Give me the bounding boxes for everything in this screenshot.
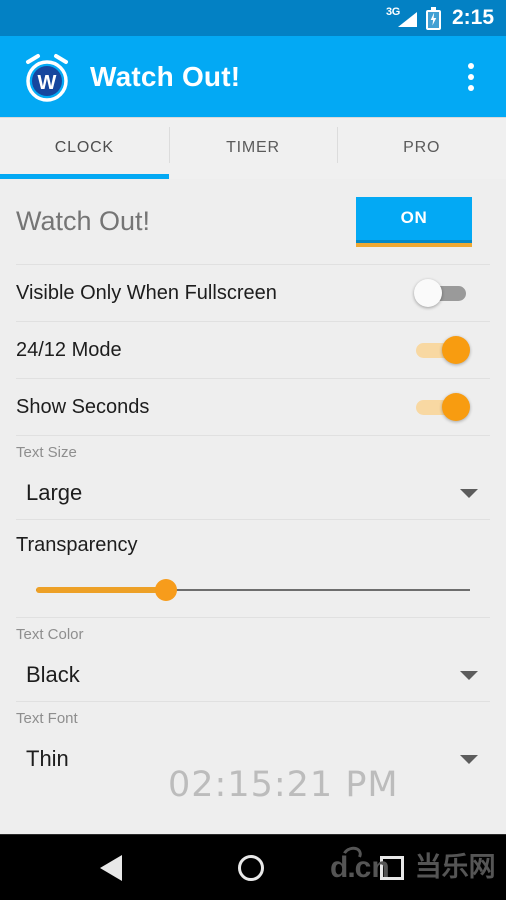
row-show-seconds[interactable]: Show Seconds — [0, 379, 506, 435]
home-circle-icon[interactable] — [238, 854, 264, 881]
chevron-down-icon — [460, 489, 478, 498]
main-toggle-label: Watch Out! — [16, 206, 151, 236]
show-seconds-label: Show Seconds — [16, 395, 150, 418]
mode-2412-label: 24/12 Mode — [16, 338, 122, 361]
visible-fullscreen-label: Visible Only When Fullscreen — [16, 281, 277, 304]
status-bar: 3G 2:15 — [0, 0, 506, 36]
on-off-button-label: ON — [400, 208, 428, 227]
alarm-clock-w-logo-icon: W — [20, 50, 74, 104]
dcn-watermark: d.c n 当乐网 — [330, 843, 496, 885]
tab-timer[interactable]: TIMER — [168, 117, 338, 179]
status-bar-clock: 2:15 — [451, 6, 494, 29]
row-transparency: Transparency — [0, 520, 506, 617]
tab-clock[interactable]: CLOCK — [0, 117, 169, 179]
text-font-caption: Text Font — [16, 710, 78, 727]
mode-2412-switch[interactable] — [414, 336, 470, 364]
watermark-chinese: 当乐网 — [414, 851, 496, 883]
text-size-value: Large — [26, 480, 83, 505]
app-title: Watch Out! — [90, 60, 241, 92]
text-font-value: Thin — [26, 746, 69, 771]
overflow-menu-icon[interactable] — [456, 55, 486, 99]
signal-bars-icon: 3G — [385, 6, 417, 29]
text-color-spinner[interactable]: Black — [16, 655, 490, 695]
row-text-size[interactable]: Text Size Large — [0, 436, 506, 519]
text-font-spinner[interactable]: Thin — [16, 739, 490, 779]
back-triangle-icon[interactable] — [100, 854, 122, 881]
chevron-down-icon — [460, 671, 478, 680]
tab-clock-label: CLOCK — [54, 139, 114, 156]
app-bar: W Watch Out! — [0, 36, 506, 117]
transparency-label: Transparency — [16, 534, 138, 556]
chevron-down-icon — [460, 755, 478, 764]
tab-pro-label: PRO — [403, 139, 441, 156]
show-seconds-switch[interactable] — [414, 393, 470, 421]
svg-text:W: W — [38, 72, 57, 94]
navigation-bar: d.c n 当乐网 — [0, 834, 506, 900]
tab-bar: CLOCK TIMER PRO — [0, 117, 506, 179]
battery-charging-icon — [425, 6, 442, 30]
row-text-font[interactable]: Text Font Thin — [0, 702, 506, 785]
slider-thumb[interactable] — [155, 579, 178, 601]
row-visible-only-when-fullscreen[interactable]: Visible Only When Fullscreen — [0, 265, 506, 321]
row-text-color[interactable]: Text Color Black — [0, 618, 506, 701]
tab-pro[interactable]: PRO — [337, 117, 506, 179]
on-off-button[interactable]: ON — [356, 196, 472, 243]
watermark-n: n — [371, 850, 389, 884]
text-size-spinner[interactable]: Large — [16, 473, 490, 513]
row-main-toggle: Watch Out! ON — [0, 179, 506, 264]
text-color-caption: Text Color — [16, 626, 84, 643]
visible-fullscreen-switch[interactable] — [414, 279, 470, 307]
row-24-12-mode[interactable]: 24/12 Mode — [0, 322, 506, 378]
network-type-label: 3G — [385, 6, 401, 18]
transparency-slider[interactable] — [36, 579, 470, 601]
slider-fill — [36, 587, 167, 593]
settings-list: Watch Out! ON Visible Only When Fullscre… — [0, 179, 506, 835]
phone-screen: 3G 2:15 W Watch Out! CLOCK TIMER PRO Wat… — [0, 0, 506, 900]
text-color-value: Black — [26, 662, 80, 687]
text-size-caption: Text Size — [16, 444, 77, 461]
tab-timer-label: TIMER — [226, 139, 280, 156]
